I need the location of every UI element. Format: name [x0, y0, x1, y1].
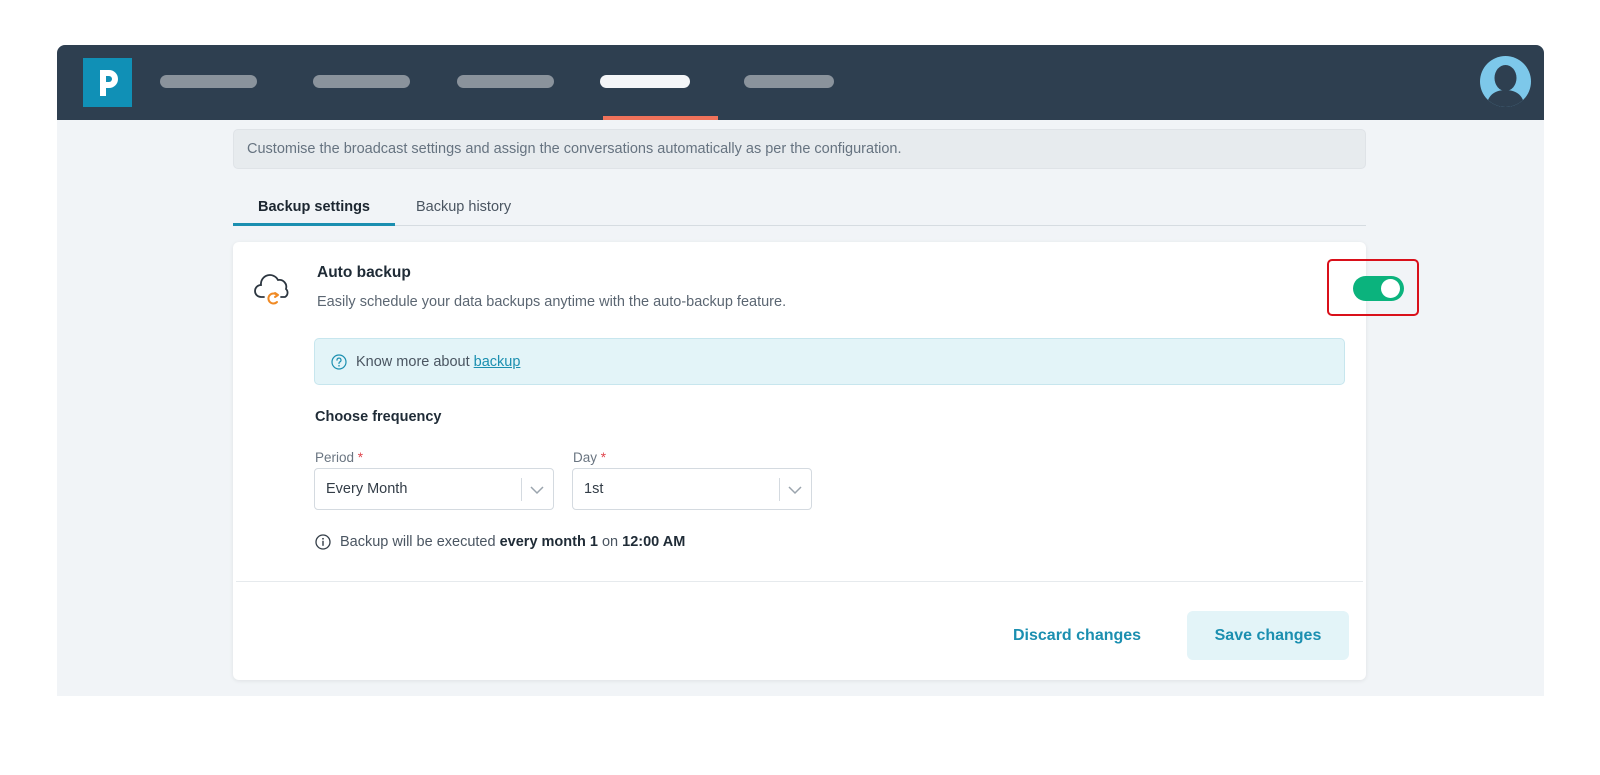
day-label: Day * [573, 450, 606, 465]
question-circle-icon [331, 353, 347, 370]
info-banner-text: Customise the broadcast settings and ass… [247, 141, 902, 157]
chevron-down-icon[interactable] [787, 482, 803, 503]
auto-backup-description: Easily schedule your data backups anytim… [317, 294, 787, 310]
day-select[interactable]: 1st [572, 468, 812, 510]
nav-item-5[interactable] [744, 75, 834, 88]
p-logo-icon[interactable] [83, 58, 132, 107]
backup-help-link[interactable]: backup [474, 354, 521, 370]
choose-frequency-heading: Choose frequency [315, 409, 442, 425]
learn-more-box: Know more about backup [314, 338, 1345, 385]
card-footer-divider [236, 581, 1363, 582]
schedule-note: Backup will be executed every month 1 on… [315, 534, 685, 550]
discard-changes-button[interactable]: Discard changes [1005, 612, 1149, 660]
day-select-value: 1st [584, 481, 604, 497]
app-window: Customise the broadcast settings and ass… [57, 45, 1544, 696]
nav-item-3[interactable] [457, 75, 554, 88]
active-nav-indicator [603, 116, 718, 120]
schedule-frequency-text: every month 1 [499, 534, 598, 550]
info-banner: Customise the broadcast settings and ass… [233, 129, 1366, 169]
period-label: Period * [315, 450, 363, 465]
cloud-sync-icon [253, 269, 293, 309]
auto-backup-title: Auto backup [317, 264, 411, 281]
select-separator [521, 478, 522, 501]
select-separator [779, 478, 780, 501]
tab-backup-history[interactable]: Backup history [416, 188, 511, 225]
schedule-note-middle: on [601, 534, 619, 550]
tab-backup-settings[interactable]: Backup settings [258, 188, 370, 225]
period-required-mark: * [357, 450, 364, 465]
active-tab-indicator [233, 223, 395, 226]
top-navigation-bar [57, 45, 1544, 120]
auto-backup-toggle[interactable] [1353, 276, 1404, 301]
schedule-time: 12:00 AM [622, 534, 686, 550]
nav-item-1[interactable] [160, 75, 257, 88]
schedule-note-prefix: Backup will be executed [340, 534, 496, 550]
period-select[interactable]: Every Month [314, 468, 554, 510]
nav-item-4-active[interactable] [600, 75, 690, 88]
learn-more-text: Know more about [356, 353, 470, 370]
chevron-down-icon[interactable] [529, 482, 545, 503]
toggle-knob [1381, 279, 1400, 298]
period-select-value: Every Month [326, 481, 408, 497]
toggle-highlight-box [1327, 259, 1419, 316]
period-label-text: Period [315, 450, 355, 465]
info-circle-icon [315, 534, 331, 550]
nav-item-2[interactable] [313, 75, 410, 88]
save-changes-button[interactable]: Save changes [1187, 611, 1349, 660]
tab-bar: Backup settings Backup history [233, 188, 1366, 226]
day-label-text: Day [573, 450, 598, 465]
user-avatar-icon[interactable] [1480, 56, 1531, 107]
day-required-mark: * [600, 450, 607, 465]
auto-backup-card: Auto backup Easily schedule your data ba… [233, 242, 1419, 680]
